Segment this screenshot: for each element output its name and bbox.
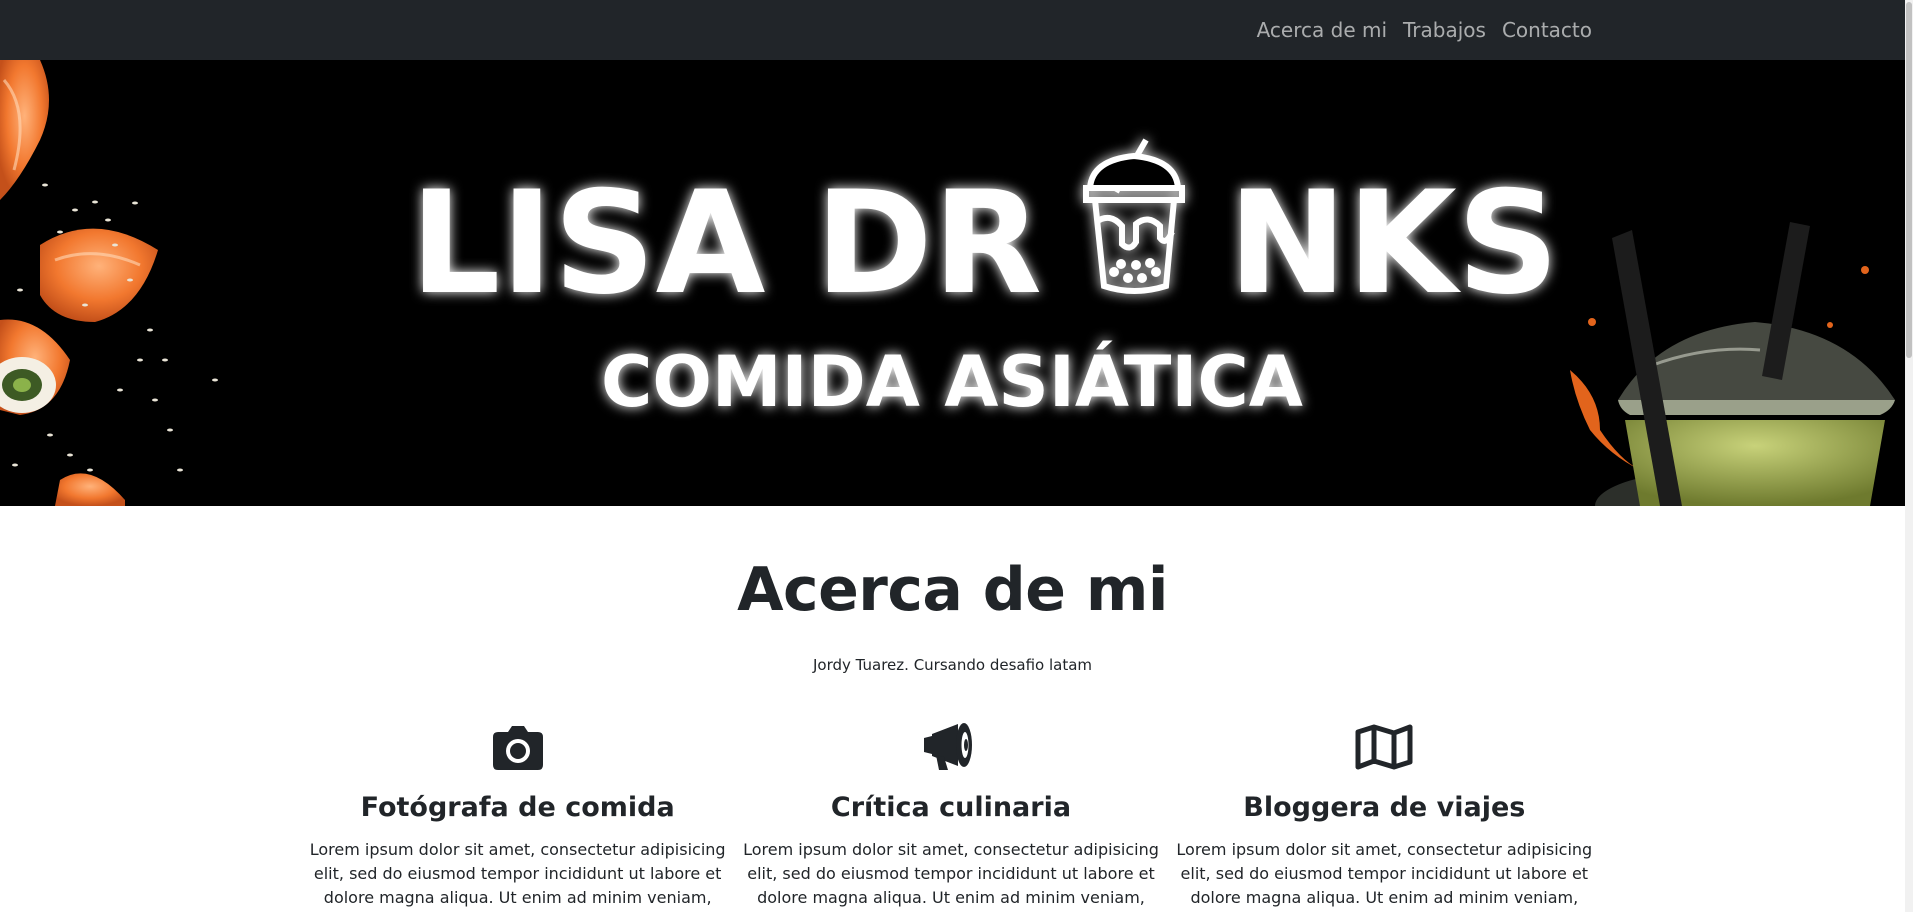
hero-title-group: LISA DR NKS COMIDA ASIÁTICA — [410, 138, 1559, 423]
feature-text: Lorem ipsum dolor sit amet, consectetur … — [743, 840, 1159, 907]
rice-grains — [12, 183, 218, 472]
navbar: Acerca de mi Trabajos Contacto — [0, 0, 1905, 60]
feature-text: Lorem ipsum dolor sit amet, consectetur … — [1176, 840, 1593, 907]
feature-title: Fotógrafa de comida — [360, 792, 675, 823]
camera-icon — [301, 712, 734, 770]
megaphone-icon — [734, 712, 1167, 770]
feature-blogger: Bloggera de viajes Lorem ipsum dolor sit… — [1168, 712, 1601, 912]
about-title: Acerca de mi — [737, 555, 1168, 625]
nav-link-acerca[interactable]: Acerca de mi — [1257, 18, 1387, 42]
feature-title: Crítica culinaria — [830, 792, 1072, 823]
about-subtitle: Jordy Tuarez. Cursando desafio latam — [812, 656, 1093, 674]
nav-link-contacto[interactable]: Contacto — [1502, 18, 1592, 42]
bubble-tea-decoration — [1570, 222, 1895, 506]
hero-title-part2: NKS — [1228, 161, 1559, 326]
hero-graphic: LISA DR NKS COMIDA ASIÁTICA — [0, 60, 1895, 506]
feature-photographer: Fotógrafa de comida Lorem ipsum dolor si… — [301, 712, 734, 912]
page: Acerca de mi Trabajos Contacto LISA DR N… — [0, 0, 1913, 912]
nav-links: Acerca de mi Trabajos Contacto — [1257, 0, 1592, 60]
feature-text: Lorem ipsum dolor sit amet, consectetur … — [309, 840, 726, 907]
scrollbar-thumb[interactable] — [1906, 2, 1912, 358]
nav-link-trabajos[interactable]: Trabajos — [1403, 18, 1486, 42]
feature-title: Bloggera de viajes — [1243, 792, 1526, 823]
map-icon — [1168, 712, 1601, 770]
sushi-decoration — [0, 60, 158, 506]
hero-banner: LISA DR NKS COMIDA ASIÁTICA — [0, 60, 1905, 506]
boba-pearls — [1109, 258, 1161, 283]
hero-title-part1: LISA DR — [410, 161, 1042, 326]
feature-critic: Crítica culinaria Lorem ipsum dolor sit … — [734, 712, 1167, 912]
page-scrollbar[interactable] — [1905, 0, 1913, 912]
hero-subtitle: COMIDA ASIÁTICA — [601, 341, 1303, 423]
features-row: Fotógrafa de comida Lorem ipsum dolor si… — [301, 712, 1601, 912]
